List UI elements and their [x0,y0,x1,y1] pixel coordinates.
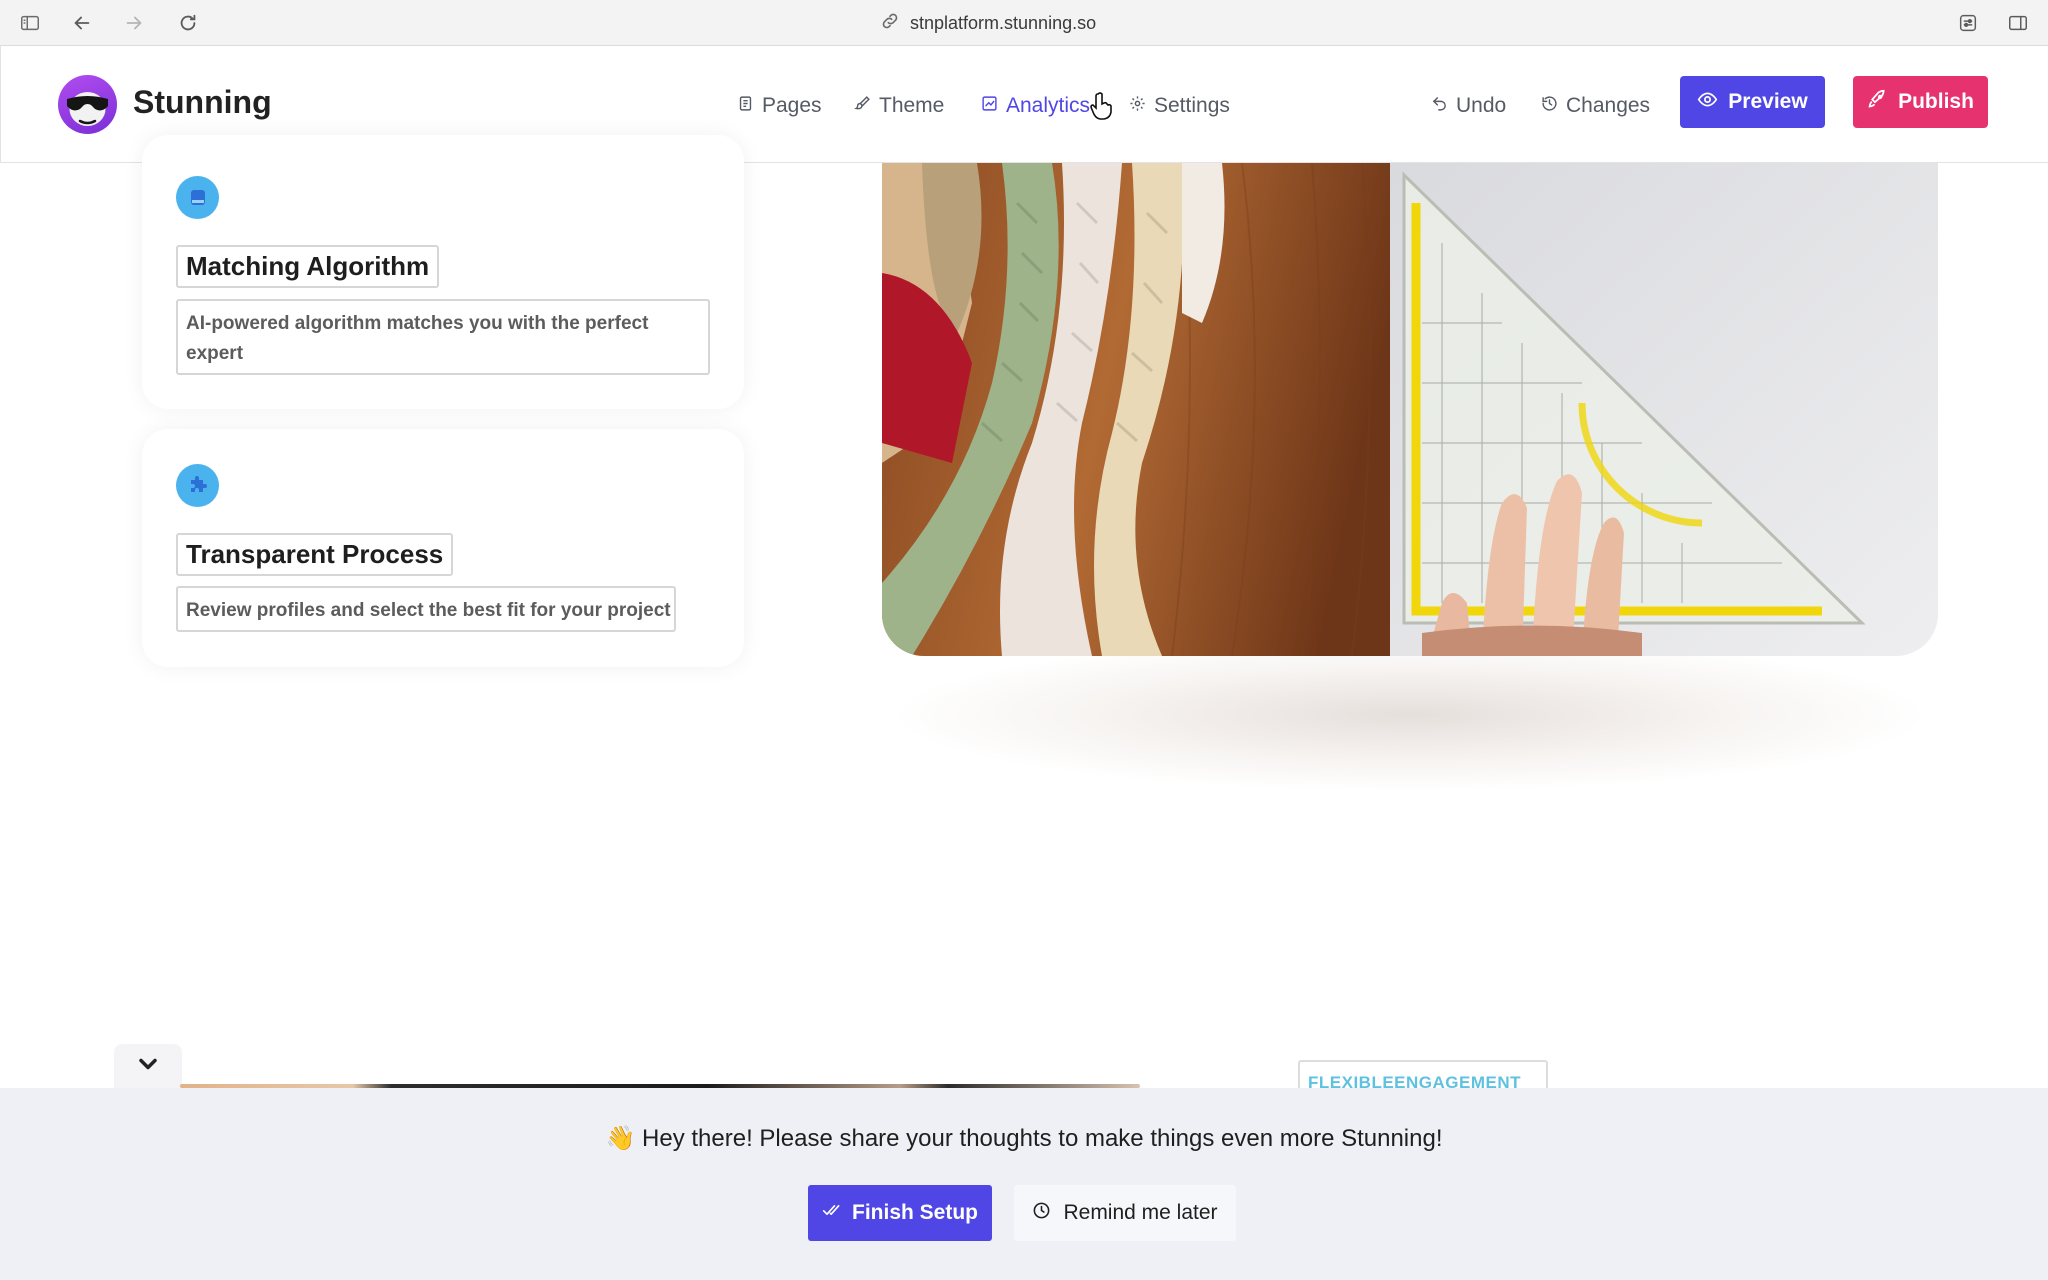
remind-later-button[interactable]: Remind me later [1014,1185,1236,1241]
preview-button[interactable]: Preview [1680,76,1825,128]
publish-button[interactable]: Publish [1853,76,1988,128]
feature-description[interactable]: Review profiles and select the best fit … [176,586,676,632]
brush-icon [853,94,871,118]
undo-icon [1431,94,1448,118]
browser-toolbar: stnplatform.stunning.so [0,0,2048,46]
preview-label: Preview [1728,90,1808,113]
feature-card-transparent: Transparent Process Review profiles and … [142,429,744,667]
changes-label: Changes [1566,94,1651,117]
feature-title[interactable]: Transparent Process [176,533,454,576]
clock-icon [1032,1201,1051,1226]
hero-image[interactable] [882,163,1938,656]
publish-label: Publish [1898,90,1974,113]
extension-icon[interactable] [1952,8,1984,38]
sidebar-toggle-icon[interactable] [14,8,46,38]
stunning-logo[interactable] [58,75,117,134]
banner-message: 👋 Hey there! Please share your thoughts … [605,1125,1443,1152]
nav-analytics-label: Analytics [1006,94,1091,117]
changes-button[interactable]: Changes [1541,92,1650,120]
undo-label: Undo [1456,94,1507,117]
feature-card-matching: Matching Algorithm AI-powered algorithm … [142,135,744,409]
hand-cursor-icon [1090,92,1112,120]
link-icon [880,11,900,36]
split-view-icon[interactable] [2002,8,2034,38]
section-tag[interactable]: FLEXIBLEENGAGEMENT [1298,1060,1548,1090]
gear-icon [1129,94,1146,118]
brand-name: Stunning [133,84,272,120]
eye-icon [1697,89,1718,116]
forward-icon[interactable] [118,8,150,38]
feature-title[interactable]: Matching Algorithm [176,245,440,288]
reload-icon[interactable] [172,8,204,38]
puzzle-icon [176,464,219,507]
remind-later-label: Remind me later [1063,1201,1218,1224]
nav-settings[interactable]: Settings [1129,92,1230,120]
feature-description[interactable]: AI-powered algorithm matches you with th… [176,299,710,375]
back-icon[interactable] [66,8,98,38]
page-icon [737,94,754,118]
url-text: stnplatform.stunning.so [910,12,1097,33]
nav-pages[interactable]: Pages [737,92,822,120]
rocket-icon [1867,89,1888,116]
database-icon [176,176,219,219]
chevron-down-icon [134,1050,162,1083]
history-icon [1541,94,1558,118]
double-check-icon [822,1200,842,1226]
nav-theme-label: Theme [879,94,945,117]
chart-icon [981,94,998,118]
nav-pages-label: Pages [762,94,822,117]
finish-setup-label: Finish Setup [852,1201,978,1224]
undo-button[interactable]: Undo [1431,92,1506,120]
nav-theme[interactable]: Theme [853,92,945,120]
collapse-toggle[interactable] [114,1044,182,1088]
image-shadow [900,640,1920,790]
finish-setup-button[interactable]: Finish Setup [808,1185,992,1241]
address-bar[interactable]: stnplatform.stunning.so [880,10,1096,36]
nav-analytics[interactable]: Analytics [981,92,1090,120]
nav-settings-label: Settings [1154,94,1230,117]
feedback-banner: 👋 Hey there! Please share your thoughts … [0,1088,2048,1280]
